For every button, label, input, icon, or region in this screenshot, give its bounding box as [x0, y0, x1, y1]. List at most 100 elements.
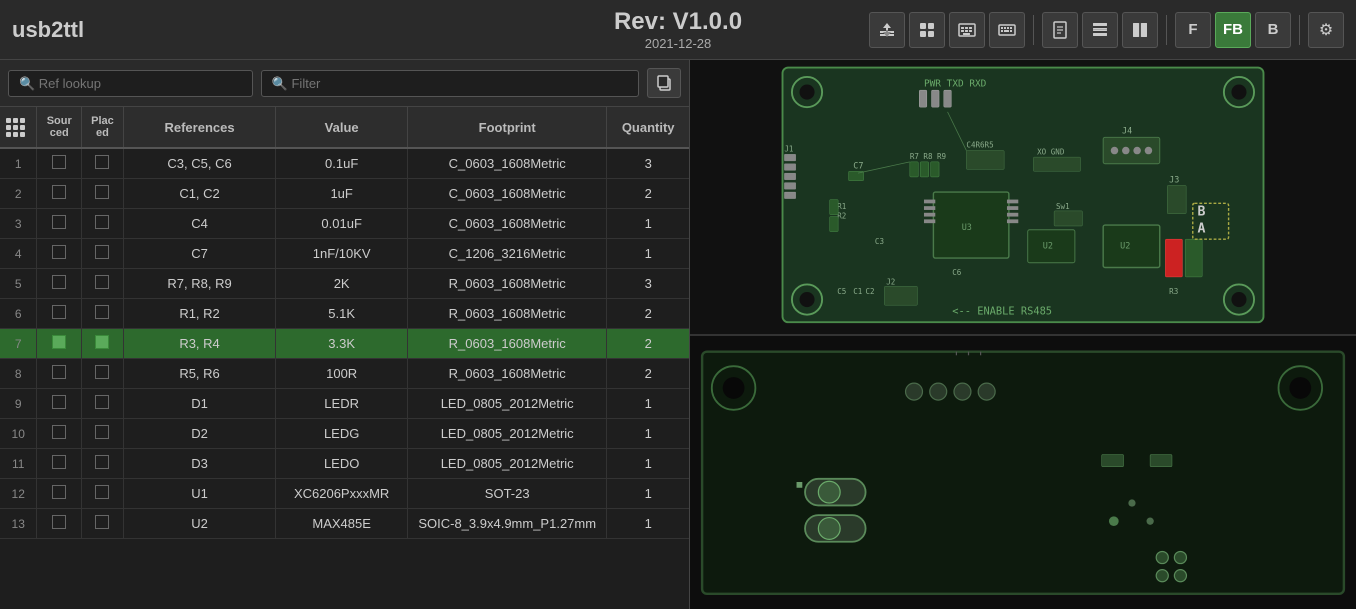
placed-cell[interactable] [82, 389, 124, 419]
svg-text:U2: U2 [1043, 241, 1053, 251]
sourced-cell[interactable] [37, 509, 82, 539]
references-cell: C3, C5, C6 [123, 148, 275, 179]
ref-lookup-input[interactable] [8, 70, 253, 97]
sourced-checkbox[interactable] [52, 455, 66, 469]
app-title: usb2ttl [12, 17, 84, 43]
sourced-cell[interactable] [37, 449, 82, 479]
col-quantity-header: Quantity [607, 107, 689, 148]
table-row[interactable]: 6 R1, R2 5.1K R_0603_1608Metric 2 [0, 299, 689, 329]
placed-cell[interactable] [82, 449, 124, 479]
footprint-cell: C_1206_3216Metric [408, 239, 607, 269]
placed-checkbox[interactable] [95, 455, 109, 469]
placed-checkbox[interactable] [95, 485, 109, 499]
placed-cell[interactable] [82, 209, 124, 239]
table-row[interactable]: 2 C1, C2 1uF C_0603_1608Metric 2 [0, 179, 689, 209]
table-row[interactable]: 7 R3, R4 3.3K R_0603_1608Metric 2 [0, 329, 689, 359]
placed-checkbox[interactable] [95, 335, 109, 349]
front-layer-button[interactable]: F [1175, 12, 1211, 48]
placed-cell[interactable] [82, 269, 124, 299]
pcb-top-view: PWR TXD RXD C7 R7 R8 R9 C4R6R5 XO GND [690, 60, 1356, 336]
sourced-checkbox[interactable] [52, 155, 66, 169]
placed-cell[interactable] [82, 239, 124, 269]
row-number: 2 [0, 179, 37, 209]
placed-cell[interactable] [82, 509, 124, 539]
table-row[interactable]: 5 R7, R8, R9 2K R_0603_1608Metric 3 [0, 269, 689, 299]
list1-button[interactable] [1082, 12, 1118, 48]
placed-cell[interactable] [82, 148, 124, 179]
sourced-checkbox[interactable] [52, 365, 66, 379]
table-row[interactable]: 13 U2 MAX485E SOIC-8_3.9x4.9mm_P1.27mm 1 [0, 509, 689, 539]
sourced-cell[interactable] [37, 299, 82, 329]
keyboard-button[interactable] [989, 12, 1025, 48]
placed-checkbox[interactable] [95, 395, 109, 409]
sourced-checkbox[interactable] [52, 395, 66, 409]
toolbar-separator-2 [1166, 15, 1167, 45]
table-row[interactable]: 9 D1 LEDR LED_0805_2012Metric 1 [0, 389, 689, 419]
sourced-checkbox[interactable] [52, 245, 66, 259]
sourced-checkbox[interactable] [52, 185, 66, 199]
table-row[interactable]: 4 C7 1nF/10KV C_1206_3216Metric 1 [0, 239, 689, 269]
sourced-cell[interactable] [37, 479, 82, 509]
list2-button[interactable] [1122, 12, 1158, 48]
svg-text:J2: J2 [886, 277, 895, 286]
placed-cell[interactable] [82, 329, 124, 359]
placed-cell[interactable] [82, 179, 124, 209]
sourced-checkbox[interactable] [52, 425, 66, 439]
table-row[interactable]: 8 R5, R6 100R R_0603_1608Metric 2 [0, 359, 689, 389]
table-row[interactable]: 3 C4 0.01uF C_0603_1608Metric 1 [0, 209, 689, 239]
copy-button[interactable] [647, 68, 681, 98]
table-row[interactable]: 10 D2 LEDG LED_0805_2012Metric 1 [0, 419, 689, 449]
references-cell: R7, R8, R9 [123, 269, 275, 299]
row-number: 10 [0, 419, 37, 449]
table-row[interactable]: 1 C3, C5, C6 0.1uF C_0603_1608Metric 3 [0, 148, 689, 179]
sourced-cell[interactable] [37, 148, 82, 179]
bom-view-button[interactable] [949, 12, 985, 48]
col-placed-header: Placed [82, 107, 124, 148]
table-row[interactable]: 11 D3 LEDO LED_0805_2012Metric 1 [0, 449, 689, 479]
placed-cell[interactable] [82, 419, 124, 449]
placed-checkbox[interactable] [95, 425, 109, 439]
sourced-checkbox[interactable] [52, 275, 66, 289]
settings-button[interactable]: ⚙ [1308, 12, 1344, 48]
placed-checkbox[interactable] [95, 215, 109, 229]
placed-cell[interactable] [82, 479, 124, 509]
sourced-cell[interactable] [37, 179, 82, 209]
grid-view-button[interactable] [909, 12, 945, 48]
placed-checkbox[interactable] [95, 305, 109, 319]
value-cell: 100R [276, 359, 408, 389]
table-row[interactable]: 12 U1 XC6206PxxxMR SOT-23 1 [0, 479, 689, 509]
bom-table-container[interactable]: Sourced Placed References Value Footprin… [0, 107, 689, 609]
placed-checkbox[interactable] [95, 515, 109, 529]
sourced-checkbox[interactable] [52, 215, 66, 229]
placed-checkbox[interactable] [95, 365, 109, 379]
placed-checkbox[interactable] [95, 155, 109, 169]
back-layer-button[interactable]: B [1255, 12, 1291, 48]
sourced-cell[interactable] [37, 209, 82, 239]
filter-input[interactable] [261, 70, 639, 97]
value-cell: LEDR [276, 389, 408, 419]
svg-text:XO GND: XO GND [1037, 147, 1065, 156]
placed-cell[interactable] [82, 359, 124, 389]
sourced-cell[interactable] [37, 389, 82, 419]
sourced-checkbox[interactable] [52, 335, 66, 349]
sourced-cell[interactable] [37, 239, 82, 269]
sourced-checkbox[interactable] [52, 485, 66, 499]
placed-checkbox[interactable] [95, 275, 109, 289]
placed-cell[interactable] [82, 299, 124, 329]
sourced-cell[interactable] [37, 419, 82, 449]
import-button[interactable] [869, 12, 905, 48]
placed-checkbox[interactable] [95, 185, 109, 199]
sourced-cell[interactable] [37, 359, 82, 389]
front-back-layer-button[interactable]: FB [1215, 12, 1251, 48]
value-cell: MAX485E [276, 509, 408, 539]
placed-checkbox[interactable] [95, 245, 109, 259]
sourced-checkbox[interactable] [52, 515, 66, 529]
svg-text:C7: C7 [853, 160, 863, 170]
sourced-cell[interactable] [37, 329, 82, 359]
sourced-checkbox[interactable] [52, 305, 66, 319]
date-text: 2021-12-28 [645, 36, 712, 51]
sourced-cell[interactable] [37, 269, 82, 299]
footprint-cell: R_0603_1608Metric [408, 269, 607, 299]
value-cell: 0.1uF [276, 148, 408, 179]
doc-button[interactable] [1042, 12, 1078, 48]
